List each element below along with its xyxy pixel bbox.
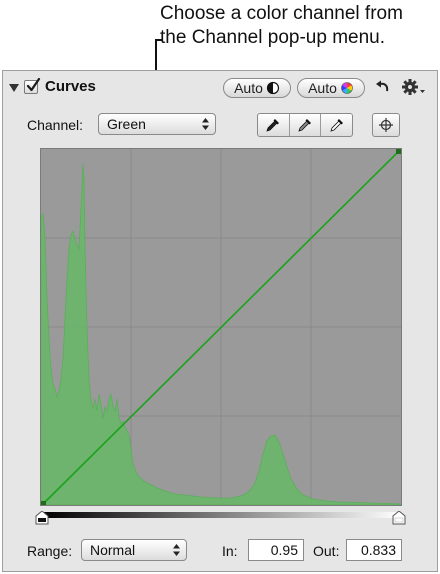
auto-luminance-button[interactable]: Auto bbox=[223, 78, 291, 98]
auto-color-button[interactable]: Auto bbox=[297, 78, 365, 98]
curves-graph-canvas bbox=[41, 149, 401, 505]
range-selected-value: Normal bbox=[90, 542, 136, 558]
white-point-eyedropper-button[interactable] bbox=[321, 114, 352, 136]
crosshair-target-icon bbox=[379, 118, 393, 132]
range-row: Range: Normal In: 0.95 Out: 0.833 bbox=[3, 539, 437, 563]
updown-arrows-icon bbox=[202, 118, 209, 130]
color-wheel-icon bbox=[341, 82, 353, 94]
panel-title: Curves bbox=[45, 78, 96, 95]
black-point-slider-handle[interactable] bbox=[34, 511, 50, 525]
out-label: Out: bbox=[313, 543, 340, 559]
channel-selected-value: Green bbox=[107, 116, 146, 132]
updown-arrows-icon bbox=[173, 544, 180, 556]
range-label: Range: bbox=[27, 543, 73, 559]
channel-label: Channel: bbox=[27, 117, 84, 133]
callout-line-2: the Channel pop-up menu. bbox=[160, 27, 385, 48]
auto-color-label: Auto bbox=[308, 80, 337, 96]
channel-popup-menu[interactable]: Green bbox=[98, 113, 216, 135]
gray-point-eyedropper-icon bbox=[298, 119, 311, 132]
callout-annotation: Choose a color channel from the Channel … bbox=[160, 2, 438, 50]
undo-arrow-icon[interactable] bbox=[374, 79, 392, 97]
curves-graph[interactable] bbox=[40, 148, 402, 506]
curve-endpoint-black[interactable] bbox=[41, 501, 46, 505]
curves-panel: Curves Auto Auto Channel: Green Range: N… bbox=[2, 70, 438, 572]
white-point-eyedropper-icon bbox=[330, 119, 343, 132]
gear-menu-icon[interactable] bbox=[401, 78, 427, 98]
in-label: In: bbox=[222, 543, 238, 559]
disclosure-triangle-icon[interactable] bbox=[9, 84, 19, 92]
gray-point-eyedropper-button[interactable] bbox=[290, 114, 322, 136]
in-value-field[interactable]: 0.95 bbox=[248, 539, 304, 561]
white-point-slider-handle[interactable] bbox=[391, 511, 407, 525]
channel-row: Channel: Green bbox=[3, 113, 437, 137]
curve-endpoint-white[interactable] bbox=[396, 149, 401, 154]
black-point-eyedropper-icon bbox=[266, 119, 280, 132]
range-popup-menu[interactable]: Normal bbox=[81, 539, 187, 561]
out-value-field[interactable]: 0.833 bbox=[346, 539, 402, 561]
half-circle-contrast-icon bbox=[266, 81, 280, 95]
callout-line-1: Choose a color channel from bbox=[160, 3, 403, 24]
curves-header: Curves Auto Auto bbox=[3, 77, 437, 99]
checkmark-icon bbox=[26, 78, 41, 92]
eyedropper-group bbox=[257, 113, 353, 137]
auto-luminance-label: Auto bbox=[234, 80, 263, 96]
black-point-eyedropper-button[interactable] bbox=[258, 114, 290, 136]
curves-enable-checkbox[interactable] bbox=[24, 78, 41, 94]
input-gradient-ramp bbox=[43, 512, 401, 518]
add-point-target-button[interactable] bbox=[372, 113, 400, 137]
